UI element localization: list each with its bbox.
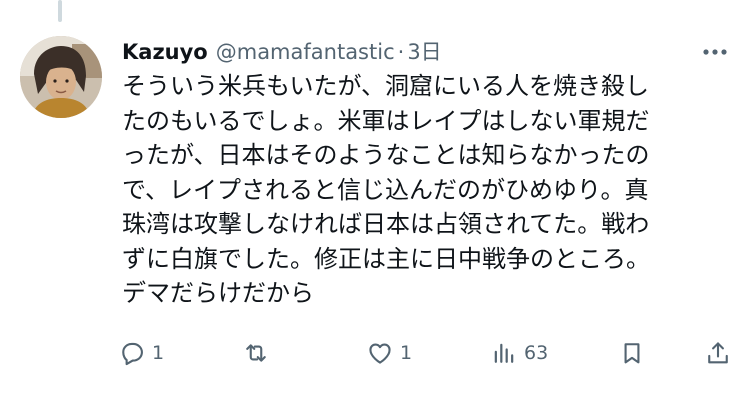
retweet-icon bbox=[242, 339, 270, 367]
tweet-text-line: デマだらけだから bbox=[122, 279, 314, 307]
views-button[interactable]: 63 bbox=[490, 336, 548, 370]
tweet-text-line: 珠湾は攻撃しなければ日本は占領されてた。戦わ bbox=[122, 210, 650, 238]
display-name[interactable]: Kazuyo bbox=[122, 36, 208, 68]
bookmark-button[interactable] bbox=[618, 336, 646, 370]
tweet-text: そういう米兵もいたが、洞窟にいる人を焼き殺し たのもいるでしょ。米軍はレイプはし… bbox=[122, 69, 734, 311]
share-icon bbox=[704, 339, 732, 367]
views-count: 63 bbox=[524, 342, 549, 364]
tweet-text-line: ずに白旗でした。修正は主に日中戦争のところ。 bbox=[122, 244, 650, 273]
reply-icon bbox=[118, 339, 146, 367]
share-button[interactable] bbox=[704, 336, 732, 370]
views-icon bbox=[490, 339, 518, 367]
tweet-text-line: ったが、日本はそのようなことは知らなかったの bbox=[122, 141, 650, 169]
user-handle[interactable]: @mamafantastic bbox=[216, 36, 395, 68]
heart-icon bbox=[366, 339, 394, 367]
tweet-text-line: たのもいるでしょ。米軍はレイプはしない軍規だ bbox=[122, 106, 650, 135]
timestamp[interactable]: 3日 bbox=[407, 36, 441, 68]
tweet-text-line: で、レイプされると信じ込んだのがひめゆり。真 bbox=[122, 175, 649, 204]
tweet-text-line: そういう米兵もいたが、洞窟にいる人を焼き殺し bbox=[122, 72, 650, 100]
like-button[interactable]: 1 bbox=[366, 336, 412, 370]
more-icon[interactable] bbox=[700, 40, 730, 64]
reply-button[interactable]: 1 bbox=[118, 336, 164, 370]
bookmark-icon bbox=[618, 339, 646, 367]
retweet-button[interactable] bbox=[242, 336, 276, 370]
avatar[interactable] bbox=[20, 36, 102, 118]
like-count: 1 bbox=[400, 342, 413, 364]
thread-connector-line bbox=[58, 0, 62, 22]
tweet-actions: 1 1 63 bbox=[118, 336, 732, 370]
tweet-header: Kazuyo @mamafantastic · 3日 bbox=[122, 36, 730, 68]
reply-count: 1 bbox=[152, 342, 165, 364]
separator-dot: · bbox=[397, 40, 405, 64]
